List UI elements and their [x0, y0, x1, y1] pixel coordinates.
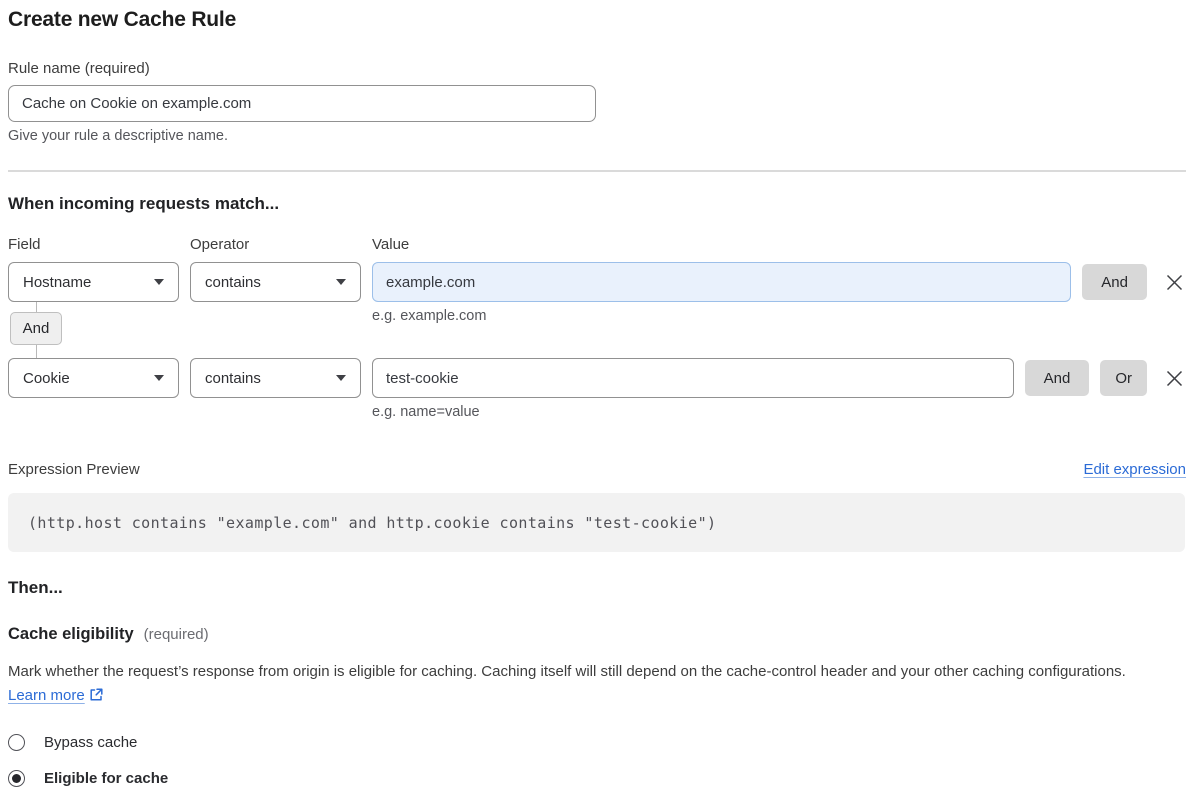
- expression-preview-header: Expression Preview Edit expression: [8, 461, 1186, 478]
- operator-column-label: Operator: [190, 236, 361, 253]
- connector-and-button[interactable]: And: [10, 312, 62, 345]
- external-link-icon: [89, 689, 104, 706]
- condition-rows: Hostname contains And And: [8, 262, 1186, 424]
- value-hint: e.g. name=value: [372, 404, 480, 420]
- cache-eligibility-description: Mark whether the request’s response from…: [8, 660, 1160, 710]
- condition-columns-header: Field Operator Value: [8, 236, 1178, 253]
- connector-line: [36, 345, 37, 358]
- then-section-heading: Then...: [8, 578, 1178, 598]
- field-select-value: Hostname: [23, 274, 91, 291]
- chevron-down-icon: [154, 375, 164, 381]
- field-select[interactable]: Cookie: [8, 358, 179, 398]
- cache-eligibility-heading: Cache eligibility: [8, 625, 134, 644]
- chevron-down-icon: [154, 279, 164, 285]
- connector-line: [36, 302, 37, 312]
- edit-expression-link[interactable]: Edit expression: [1083, 461, 1186, 478]
- field-select[interactable]: Hostname: [8, 262, 179, 302]
- field-select-value: Cookie: [23, 370, 70, 387]
- chevron-down-icon: [336, 375, 346, 381]
- and-condition-button[interactable]: And: [1025, 360, 1090, 396]
- expression-preview-box: (http.host contains "example.com" and ht…: [8, 493, 1185, 552]
- close-icon: [1165, 273, 1184, 292]
- value-input[interactable]: [372, 358, 1014, 398]
- eligible-for-cache-label: Eligible for cache: [44, 770, 168, 787]
- spacer: [8, 398, 1186, 424]
- learn-more-link[interactable]: Learn more: [8, 687, 85, 704]
- operator-select[interactable]: contains: [190, 358, 361, 398]
- cache-eligibility-heading-row: Cache eligibility (required): [8, 625, 1178, 644]
- value-hint: e.g. example.com: [372, 308, 486, 324]
- remove-condition-button[interactable]: [1163, 271, 1186, 294]
- create-cache-rule-page: Create new Cache Rule Rule name (require…: [0, 0, 1192, 787]
- chevron-down-icon: [336, 279, 346, 285]
- required-note: (required): [144, 626, 209, 643]
- condition-connector: And: [8, 302, 88, 358]
- operator-select-value: contains: [205, 274, 261, 291]
- operator-select[interactable]: contains: [190, 262, 361, 302]
- expression-code: (http.host contains "example.com" and ht…: [28, 514, 716, 532]
- remove-condition-button[interactable]: [1163, 367, 1186, 390]
- condition-row-2: Cookie contains And Or: [8, 358, 1186, 398]
- section-divider: [8, 170, 1186, 172]
- rule-name-label: Rule name (required): [8, 60, 1178, 77]
- field-column-label: Field: [8, 236, 179, 253]
- radio-button-icon: [8, 734, 25, 751]
- bypass-cache-label: Bypass cache: [44, 734, 137, 751]
- expression-preview-label: Expression Preview: [8, 461, 140, 478]
- page-title: Create new Cache Rule: [8, 8, 1178, 32]
- match-section-heading: When incoming requests match...: [8, 194, 1178, 214]
- and-condition-button[interactable]: And: [1082, 264, 1147, 300]
- radio-button-icon: [8, 770, 25, 787]
- close-icon: [1165, 369, 1184, 388]
- condition-row-1: Hostname contains And: [8, 262, 1186, 302]
- rule-name-helper: Give your rule a descriptive name.: [8, 128, 1178, 144]
- value-input[interactable]: [372, 262, 1071, 302]
- value-column-label: Value: [372, 236, 1178, 253]
- description-text: Mark whether the request’s response from…: [8, 663, 1126, 680]
- or-condition-button[interactable]: Or: [1100, 360, 1147, 396]
- bypass-cache-radio[interactable]: Bypass cache: [8, 734, 137, 751]
- operator-select-value: contains: [205, 370, 261, 387]
- eligible-for-cache-radio[interactable]: Eligible for cache: [8, 770, 168, 787]
- rule-name-input[interactable]: [8, 85, 596, 122]
